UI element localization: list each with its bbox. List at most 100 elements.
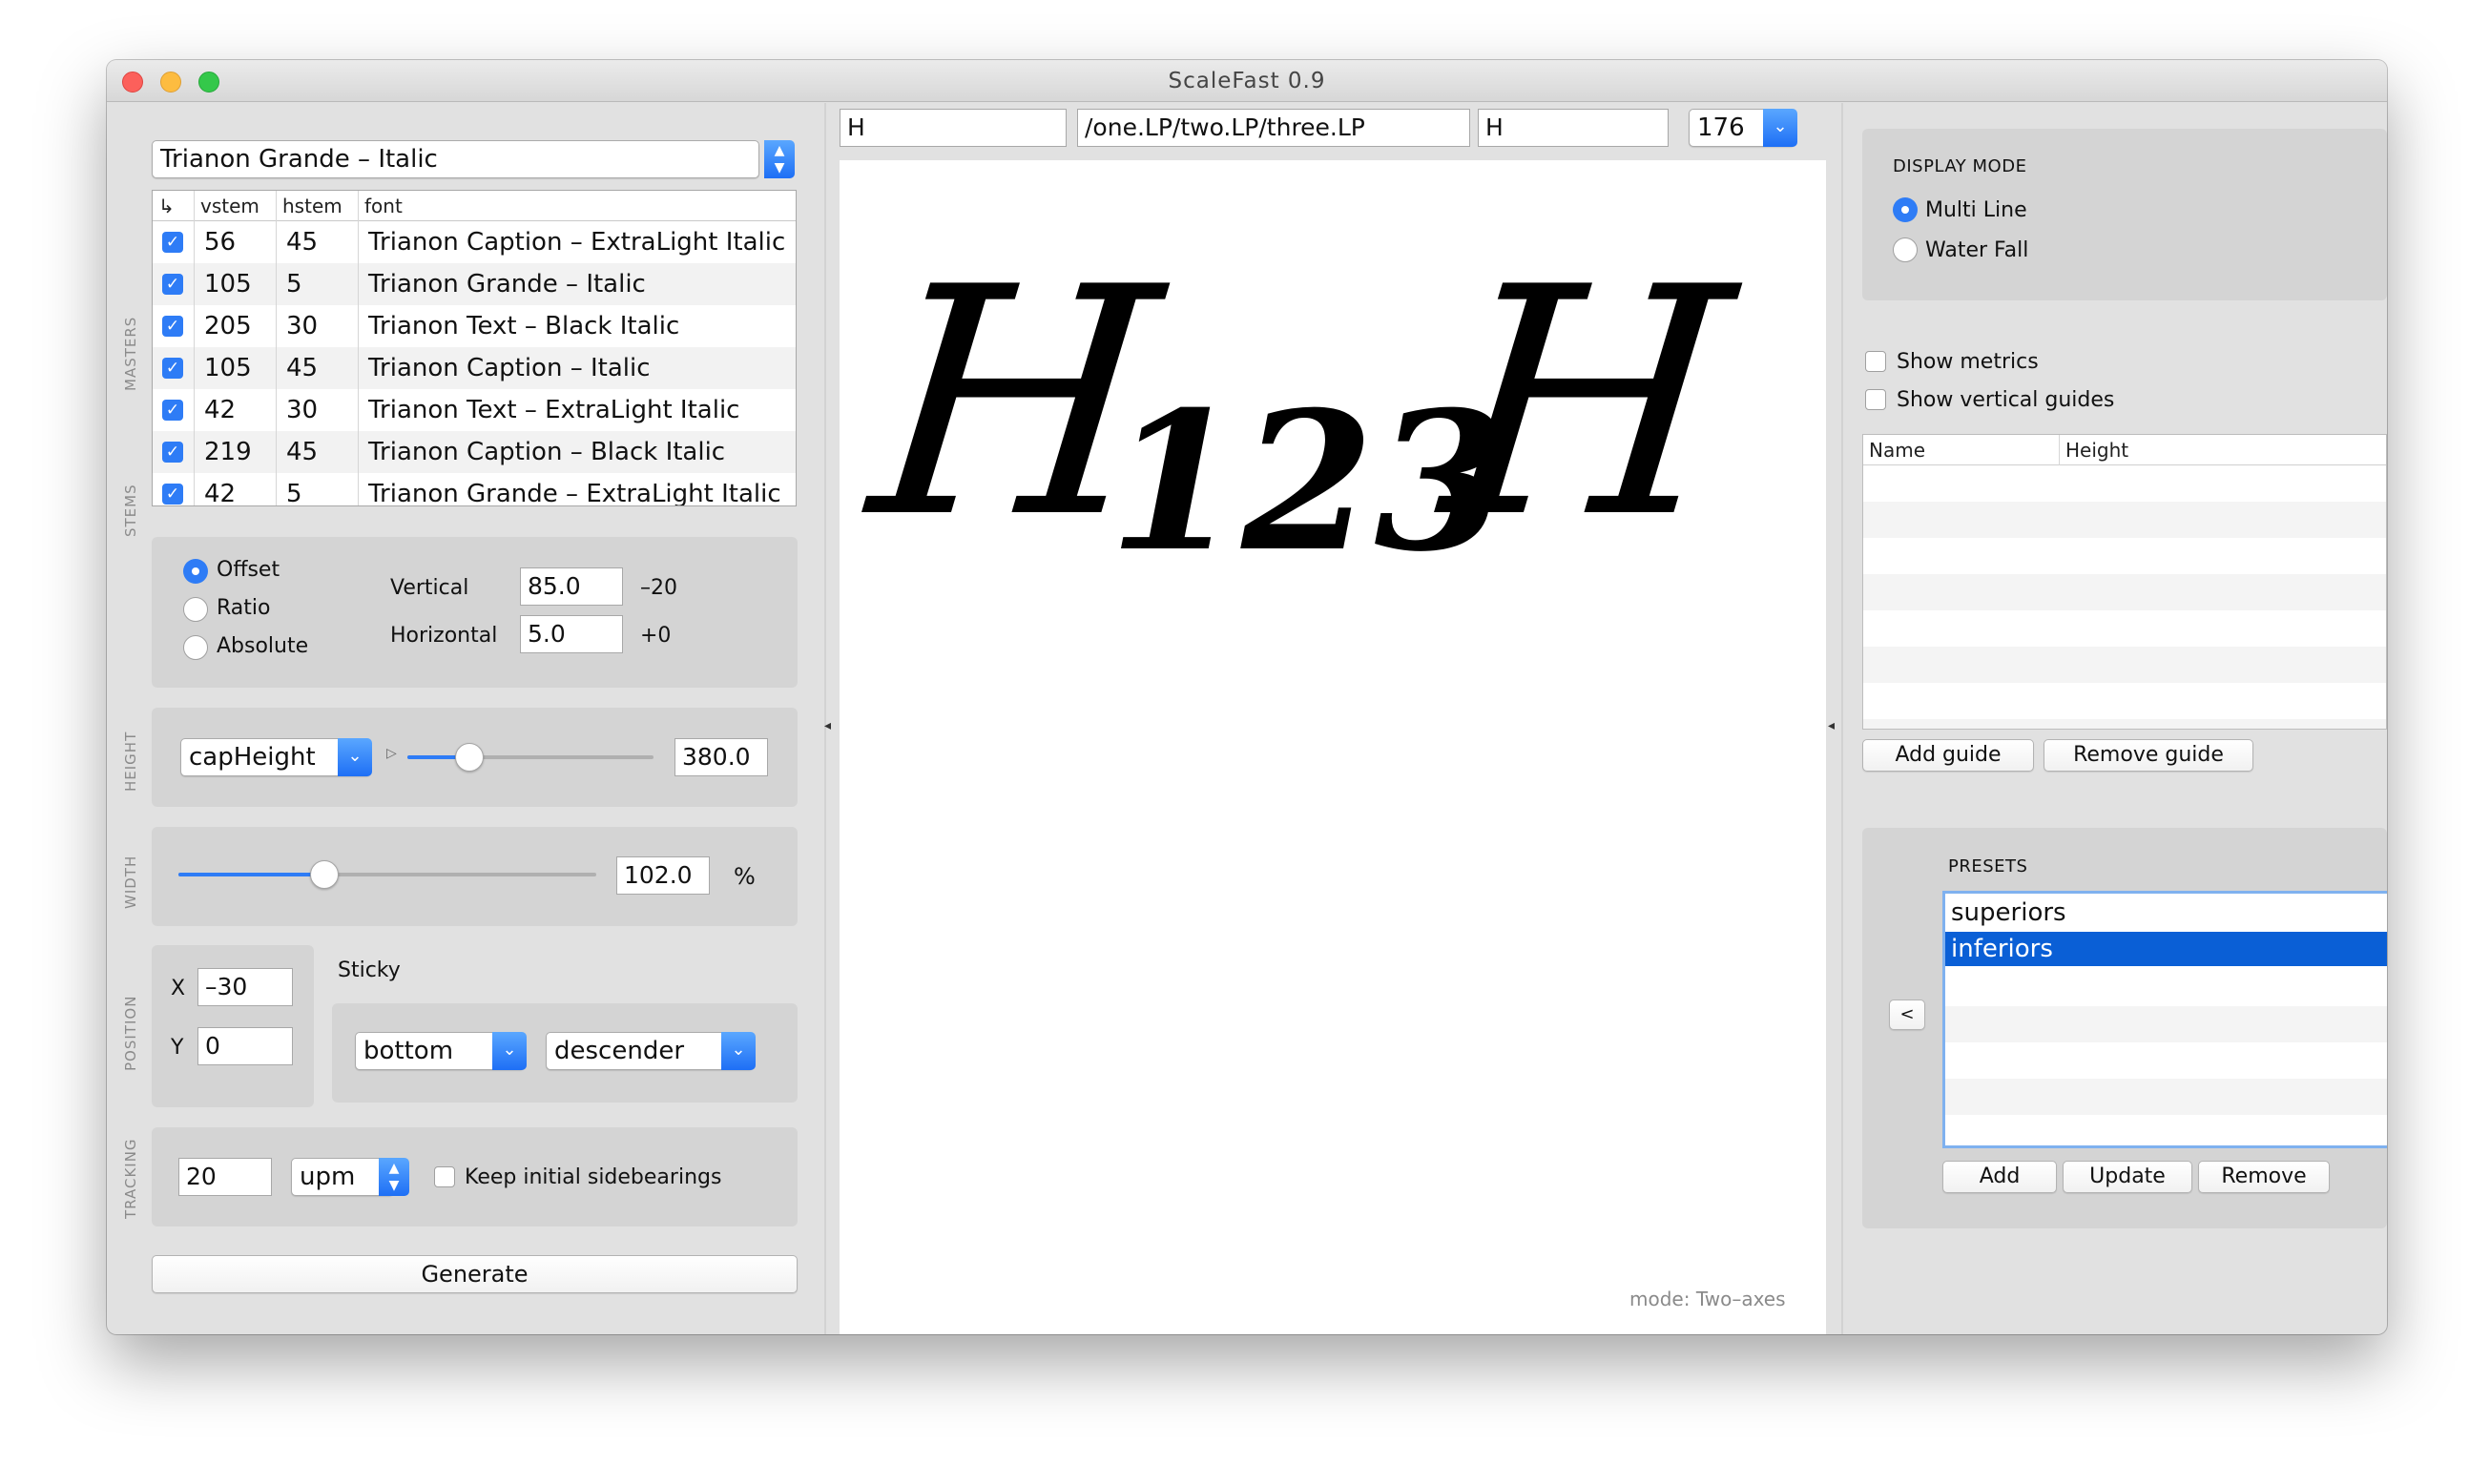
height-label: HEIGHT <box>122 731 139 792</box>
master-vstem-cell: 205 <box>204 312 252 340</box>
table-row[interactable]: ✓ 205 30 Trianon Text – Black Italic <box>153 305 796 347</box>
window-title: ScaleFast 0.9 <box>1168 69 1326 93</box>
keep-sidebearings-checkbox[interactable] <box>434 1166 455 1187</box>
presets-list[interactable]: superiors inferiors <box>1942 891 2387 1148</box>
height-reference-chevron-down-icon[interactable]: ⌄ <box>338 738 372 776</box>
stems-mode-offset-label: Offset <box>217 558 280 582</box>
stems-mode-ratio-label: Ratio <box>217 596 271 620</box>
glyph-string-input[interactable]: /one.LP/two.LP/three.LP <box>1077 109 1470 147</box>
right-context-input[interactable]: H <box>1478 109 1669 147</box>
table-row[interactable]: ✓ 105 45 Trianon Caption – Italic <box>153 347 796 389</box>
display-multiline-label: Multi Line <box>1925 198 2027 222</box>
horizontal-stem-input[interactable]: 5.0 <box>520 615 623 653</box>
preset-item[interactable]: inferiors <box>1945 932 2387 966</box>
sticky-reference-chevron-down-icon[interactable]: ⌄ <box>721 1032 756 1070</box>
sticky-reference-value: descender <box>554 1037 685 1065</box>
table-row[interactable]: ✓ 42 30 Trianon Text – ExtraLight Italic <box>153 389 796 431</box>
presets-update-button[interactable]: Update <box>2063 1161 2192 1193</box>
show-metrics-checkbox[interactable] <box>1865 351 1886 372</box>
sticky-vertical-chevron-down-icon[interactable]: ⌄ <box>492 1032 527 1070</box>
preset-item[interactable]: superiors <box>1945 896 2387 930</box>
display-waterfall-radio[interactable] <box>1893 237 1918 262</box>
tracking-unit-chevron-icon[interactable]: ▲ ▼ <box>379 1158 409 1196</box>
master-checkbox[interactable]: ✓ <box>162 484 183 505</box>
position-x-input[interactable]: –30 <box>197 968 293 1006</box>
height-step-triangle-icon[interactable]: ▷ <box>386 746 397 761</box>
sticky-label: Sticky <box>338 958 401 982</box>
show-metrics-label: Show metrics <box>1897 350 2039 374</box>
display-multiline-radio[interactable] <box>1893 197 1918 222</box>
vertical-stem-input[interactable]: 85.0 <box>520 567 623 606</box>
right-splitter-handle-icon[interactable]: ◂ <box>1828 718 1835 733</box>
width-label: WIDTH <box>122 855 139 909</box>
display-mode-group: DISPLAY MODE Multi Line Water Fall <box>1862 129 2387 300</box>
presets-remove-button[interactable]: Remove <box>2198 1161 2330 1193</box>
stems-mode-ratio-radio[interactable] <box>183 597 208 622</box>
master-checkbox[interactable]: ✓ <box>162 442 183 463</box>
stems-mode-absolute-radio[interactable] <box>183 635 208 660</box>
left-context-input[interactable]: H <box>840 109 1067 147</box>
master-checkbox[interactable]: ✓ <box>162 316 183 337</box>
table-row[interactable]: ✓ 42 5 Trianon Grande – ExtraLight Italic <box>153 473 796 506</box>
vertical-label: Vertical <box>390 576 469 600</box>
preview-canvas[interactable]: H 123 H mode: Two–axes <box>840 160 1826 1334</box>
masters-table-header: ↳ vstem hstem font <box>153 191 796 221</box>
master-checkbox[interactable]: ✓ <box>162 400 183 421</box>
guides-header-name[interactable]: Name <box>1869 435 1925 465</box>
width-slider-knob[interactable] <box>310 860 340 889</box>
height-slider-knob[interactable] <box>454 743 484 772</box>
masters-header-hstem[interactable]: hstem <box>282 191 342 221</box>
left-splitter-handle-icon[interactable]: ◂ <box>824 718 831 733</box>
tracking-label: TRACKING <box>122 1138 139 1219</box>
stems-mode-offset-radio[interactable] <box>183 559 208 584</box>
width-value-input[interactable]: 102.0 <box>616 856 710 895</box>
guides-table[interactable]: Name Height <box>1862 434 2387 730</box>
masters-header-font[interactable]: font <box>364 191 403 221</box>
masters-header-check: ↳ <box>158 195 175 217</box>
right-splitter[interactable] <box>1841 103 1843 1334</box>
height-value-input[interactable]: 380.0 <box>674 738 768 776</box>
show-vertical-guides-checkbox[interactable] <box>1865 389 1886 410</box>
tracking-value-input[interactable]: 20 <box>178 1158 272 1196</box>
guides-table-header: Name Height <box>1863 435 2386 465</box>
point-size-chevron-down-icon[interactable]: ⌄ <box>1763 109 1797 147</box>
master-font-cell: Trianon Grande – Italic <box>368 270 646 299</box>
master-hstem-cell: 45 <box>286 228 319 257</box>
sticky-vertical-value: bottom <box>363 1037 454 1065</box>
master-hstem-cell: 30 <box>286 312 319 340</box>
master-vstem-cell: 105 <box>204 354 252 382</box>
tracking-unit-value: upm <box>300 1163 356 1191</box>
position-y-input[interactable]: 0 <box>197 1027 293 1065</box>
guides-header-height[interactable]: Height <box>2065 435 2128 465</box>
table-row[interactable]: ✓ 105 5 Trianon Grande – Italic <box>153 263 796 305</box>
horizontal-label: Horizontal <box>390 624 498 648</box>
display-mode-label: DISPLAY MODE <box>1893 156 2027 176</box>
master-font-cell: Trianon Caption – Italic <box>368 354 651 382</box>
add-guide-button[interactable]: Add guide <box>1862 739 2034 772</box>
height-slider-track[interactable] <box>407 743 654 772</box>
position-x-label: X <box>171 977 186 1000</box>
master-hstem-cell: 30 <box>286 396 319 424</box>
presets-back-button[interactable]: < <box>1889 1000 1925 1030</box>
presets-add-button[interactable]: Add <box>1942 1161 2057 1193</box>
font-selector-chevron-icon[interactable]: ▲ ▼ <box>764 140 795 178</box>
width-group: 102.0 % <box>152 827 798 926</box>
master-checkbox[interactable]: ✓ <box>162 358 183 379</box>
table-row[interactable]: ✓ 56 45 Trianon Caption – ExtraLight Italic <box>153 221 796 263</box>
master-checkbox[interactable]: ✓ <box>162 232 183 253</box>
remove-guide-button[interactable]: Remove guide <box>2044 739 2253 772</box>
table-row[interactable]: ✓ 219 45 Trianon Caption – Black Italic <box>153 431 796 473</box>
master-vstem-cell: 105 <box>204 270 252 299</box>
vertical-delta: –20 <box>640 576 677 600</box>
master-hstem-cell: 45 <box>286 354 319 382</box>
masters-table[interactable]: ↳ vstem hstem font ✓ 56 45 Trianon Caption … <box>152 190 797 506</box>
font-selector[interactable]: Trianon Grande – Italic <box>152 140 759 178</box>
master-checkbox[interactable]: ✓ <box>162 274 183 295</box>
master-vstem-cell: 219 <box>204 438 252 466</box>
masters-header-vstem[interactable]: vstem <box>200 191 259 221</box>
master-font-cell: Trianon Grande – ExtraLight Italic <box>368 480 781 506</box>
master-font-cell: Trianon Text – Black Italic <box>368 312 680 340</box>
font-selector-value: Trianon Grande – Italic <box>160 145 438 174</box>
width-slider-track[interactable] <box>178 860 596 889</box>
generate-button[interactable]: Generate <box>152 1255 798 1293</box>
